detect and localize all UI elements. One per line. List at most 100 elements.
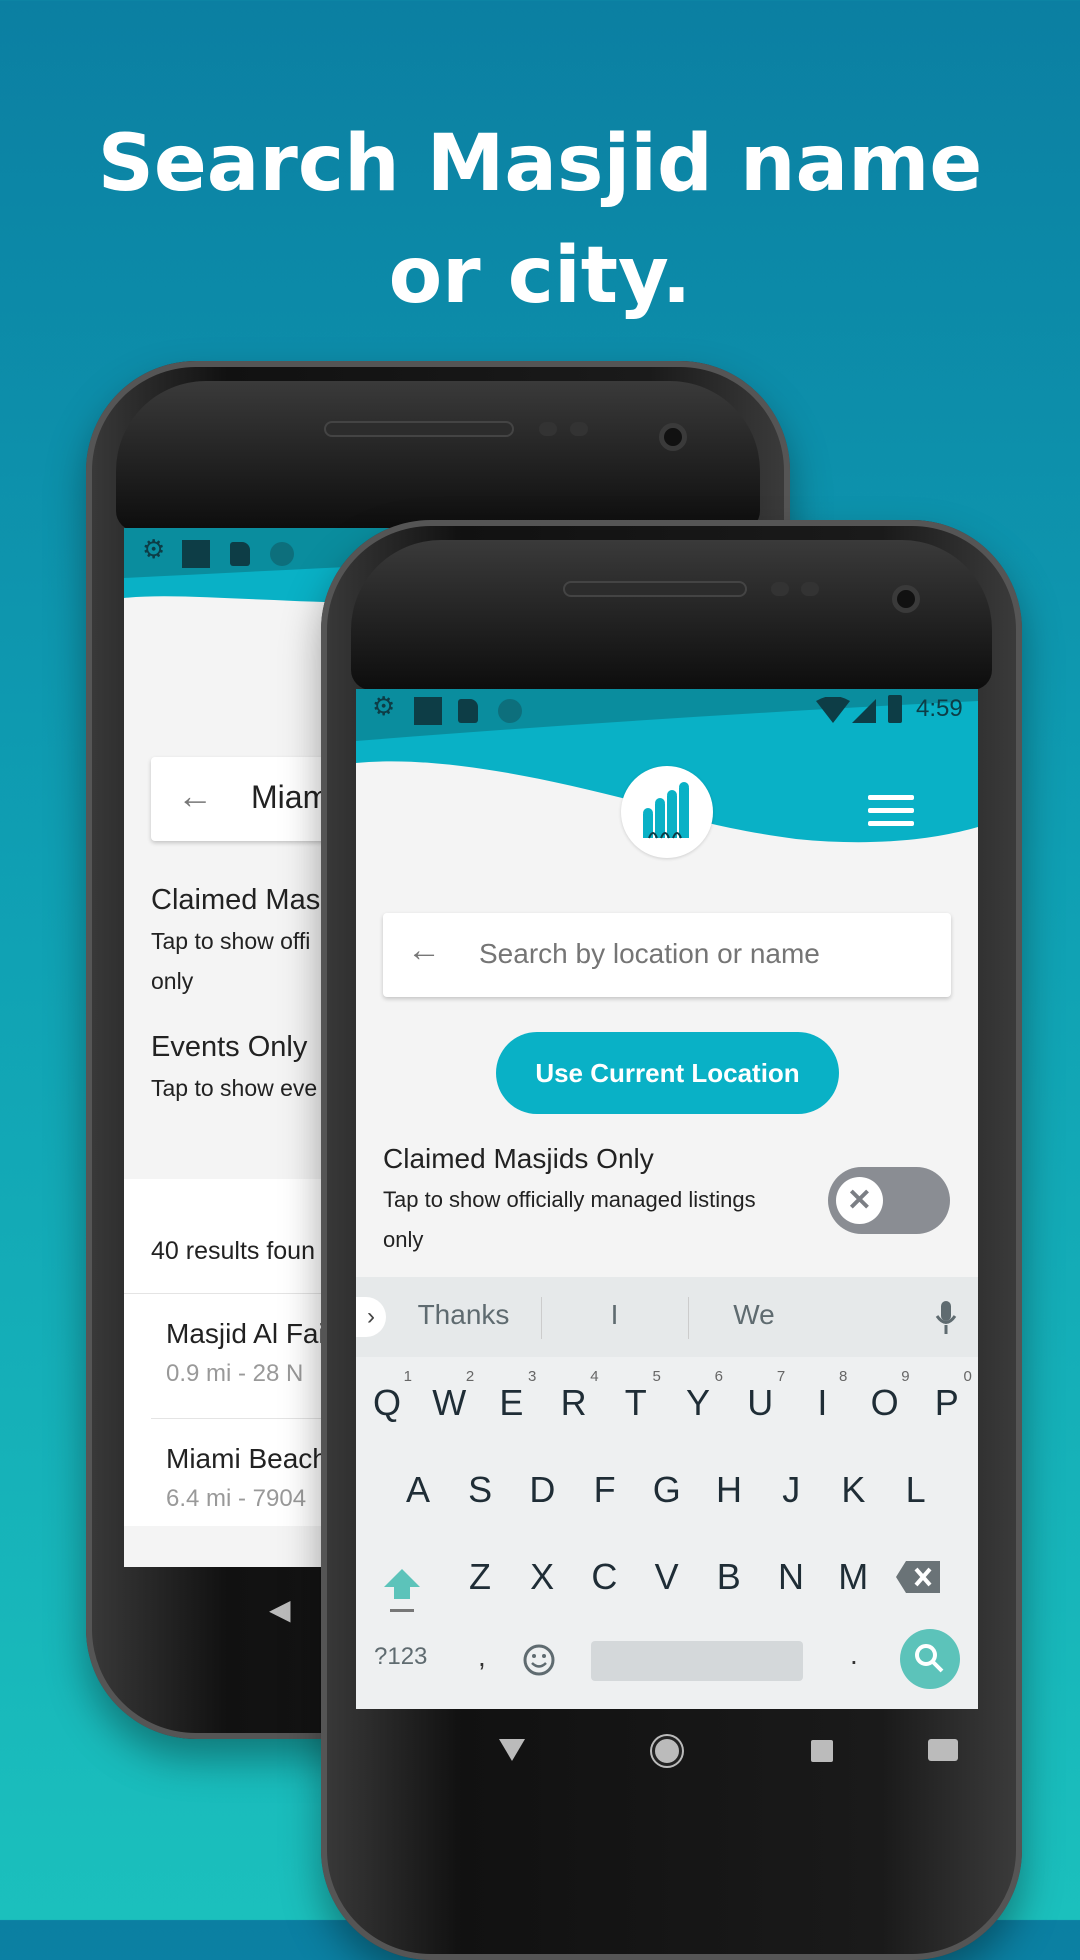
key-g[interactable]: G — [636, 1450, 698, 1530]
key-t[interactable]: T5 — [605, 1363, 667, 1443]
key-c[interactable]: C — [573, 1537, 635, 1617]
result-name: Miami Beach — [166, 1443, 328, 1474]
result-name: Masjid Al Fai — [166, 1318, 325, 1349]
search-value: Miam — [251, 779, 330, 815]
suggestion[interactable]: Thanks — [386, 1299, 541, 1331]
symbols-key[interactable]: ?123 — [374, 1643, 427, 1671]
claimed-title: Claimed Mas — [151, 884, 321, 916]
suggestion-strip: › Thanks I We — [356, 1277, 978, 1357]
square-icon — [182, 540, 210, 568]
search-icon — [915, 1644, 944, 1673]
suggestion[interactable]: I — [542, 1299, 687, 1331]
nav-back-icon[interactable]: ◀ — [269, 1593, 291, 1626]
key-v[interactable]: V — [636, 1537, 698, 1617]
headline: Search Masjid name or city. — [0, 108, 1080, 332]
key-n[interactable]: N — [760, 1537, 822, 1617]
app-logo[interactable] — [621, 766, 713, 858]
headline-line-1: Search Masjid name — [97, 119, 983, 209]
claimed-desc: Tap to show offi — [151, 928, 311, 954]
result-detail: 0.9 mi - 28 N — [166, 1360, 304, 1387]
nav-recents-icon[interactable] — [811, 1740, 833, 1762]
key-number-hint: 8 — [839, 1368, 848, 1385]
shift-icon[interactable] — [382, 1567, 422, 1615]
key-y[interactable]: Y6 — [667, 1363, 729, 1443]
back-arrow-icon[interactable]: ← — [177, 775, 213, 817]
key-h[interactable]: H — [698, 1450, 760, 1530]
key-r[interactable]: R4 — [543, 1363, 605, 1443]
key-a[interactable]: A — [387, 1450, 449, 1530]
status-time: 4:59 — [916, 695, 963, 722]
signal-icon — [852, 699, 876, 723]
nav-home-icon[interactable] — [652, 1736, 682, 1766]
key-e[interactable]: E3 — [480, 1363, 542, 1443]
expand-chevron-icon[interactable]: › — [356, 1297, 386, 1337]
keyboard-switch-icon[interactable] — [928, 1739, 958, 1761]
back-arrow-icon[interactable]: ← — [407, 931, 441, 970]
events-desc: Tap to show eve — [151, 1075, 318, 1101]
key-j[interactable]: J — [760, 1450, 822, 1530]
claimed-toggle[interactable]: ✕ — [828, 1167, 950, 1234]
spacebar[interactable] — [591, 1641, 803, 1681]
events-title: Events Only — [151, 1031, 308, 1063]
nav-back-icon[interactable] — [499, 1739, 525, 1763]
close-icon: ✕ — [836, 1177, 883, 1224]
key-l[interactable]: L — [885, 1450, 947, 1530]
key-s[interactable]: S — [449, 1450, 511, 1530]
microphone-icon[interactable] — [934, 1301, 958, 1337]
use-current-location-button[interactable]: Use Current Location — [496, 1032, 839, 1114]
battery-icon — [888, 695, 902, 723]
key-b[interactable]: B — [698, 1537, 760, 1617]
key-p[interactable]: P0 — [916, 1363, 978, 1443]
key-d[interactable]: D — [511, 1450, 573, 1530]
wifi-icon — [816, 697, 850, 723]
key-number-hint: 7 — [776, 1368, 786, 1385]
key-f[interactable]: F — [574, 1450, 636, 1530]
period-key[interactable]: . — [850, 1639, 858, 1671]
comma-key[interactable]: , — [478, 1641, 486, 1673]
key-number-hint: 0 — [963, 1368, 972, 1385]
search-input[interactable] — [479, 931, 929, 977]
claimed-desc-2: only — [151, 968, 194, 994]
key-k[interactable]: K — [822, 1450, 884, 1530]
search-box[interactable]: ← — [383, 913, 951, 997]
results-count: 40 results foun — [151, 1237, 315, 1265]
backspace-icon[interactable] — [896, 1561, 940, 1593]
claimed-title: Claimed Masjids Only — [383, 1143, 654, 1174]
key-q[interactable]: Q1 — [356, 1363, 418, 1443]
camera — [892, 585, 920, 613]
speaker — [563, 581, 747, 597]
circle-icon — [270, 542, 294, 566]
claimed-desc: Tap to show officially managed listings — [383, 1187, 756, 1212]
gear-icon: ⚙ — [372, 691, 396, 721]
search-key[interactable] — [900, 1629, 960, 1689]
sd-card-icon — [230, 542, 250, 566]
keyboard: › Thanks I We Q1W2E3R4T5Y6U7I8O9P0ASDFGH… — [356, 1277, 978, 1709]
headline-line-2: or city. — [388, 231, 692, 321]
key-i[interactable]: I8 — [791, 1363, 853, 1443]
key-number-hint: 6 — [714, 1368, 723, 1385]
gear-icon: ⚙ — [142, 534, 166, 564]
menu-button[interactable] — [868, 795, 914, 831]
mosque-icon — [643, 782, 689, 839]
sd-card-icon — [458, 699, 478, 723]
hamburger-icon — [868, 795, 914, 826]
key-number-hint: 3 — [528, 1368, 537, 1385]
key-number-hint: 5 — [652, 1368, 661, 1385]
key-x[interactable]: X — [511, 1537, 573, 1617]
key-number-hint: 9 — [901, 1368, 910, 1385]
speaker — [324, 421, 514, 437]
key-w[interactable]: W2 — [418, 1363, 480, 1443]
square-icon — [414, 697, 442, 725]
key-number-hint: 4 — [590, 1368, 599, 1385]
key-number-hint: 2 — [465, 1368, 475, 1385]
key-number-hint: 1 — [403, 1368, 412, 1385]
key-o[interactable]: O9 — [854, 1363, 916, 1443]
key-u[interactable]: U7 — [729, 1363, 791, 1443]
front-phone-screen: ⚙ 4:59 ← Use Current Locat — [356, 689, 978, 1709]
key-m[interactable]: M — [822, 1537, 884, 1617]
key-z[interactable]: Z — [449, 1537, 511, 1617]
emoji-icon[interactable] — [522, 1643, 556, 1677]
result-detail: 6.4 mi - 7904 — [166, 1485, 307, 1512]
camera — [659, 423, 687, 451]
suggestion[interactable]: We — [689, 1299, 819, 1331]
